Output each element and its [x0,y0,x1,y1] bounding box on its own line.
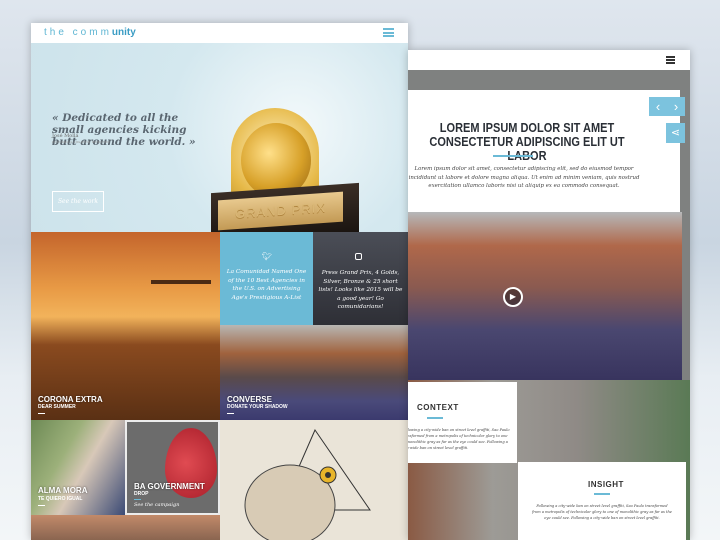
hamburger-icon[interactable] [666,56,675,64]
tile-subtitle: DROP [134,491,149,497]
see-the-work-button[interactable]: See the work [52,191,104,212]
logo-text-bold: unity [111,27,136,38]
quote-author: José Mollá [52,133,79,139]
tile-title: ALMA MORA [38,486,88,495]
tile-subtitle: DEAR SUMMER [38,404,76,410]
tile-dash [38,505,45,506]
case-study-mockup: LOREM IPSUM DOLOR SIT AMET CONSECTETUR A… [408,50,690,540]
tile-title: CORONA EXTRA [38,395,103,404]
context-title: CONTEXT [417,403,459,412]
next-arrow-icon[interactable]: › [674,99,678,114]
tile-twitter[interactable]: 🐦︎ La Comunidad Named One of the 10 Best… [220,232,313,325]
tile-dash [38,413,45,414]
insight-underline [594,493,610,495]
case-body: Lorem ipsum dolor sit amet, consectetur … [408,166,640,189]
tile-dash [134,499,141,500]
instagram-icon [355,253,362,260]
logo[interactable]: the community [44,27,136,38]
case-header [408,50,690,70]
tile-ba-government[interactable]: BA GOVERNMENT DROP See the campaign [125,420,220,515]
title-underline [493,155,533,157]
twitter-icon: 🐦︎ [262,252,273,261]
tile-title: BA GOVERNMENT [134,482,205,491]
tile-alma-mora[interactable]: ALMA MORA TE QUIERO IGUAL [31,420,125,515]
tile-instagram[interactable]: Press Grand Prix, 4 Golds, Silver, Bronz… [313,232,408,325]
context-card: CONTEXT Following a city-wide ban on str… [408,382,517,463]
tile-title: CONVERSE [227,395,272,404]
tile-converse[interactable]: CONVERSE DONATE YOUR SHADOW [220,325,408,420]
tile-subtitle: DONATE YOUR SHADOW [227,404,288,410]
illustration-drawing [244,428,371,540]
breakdance-video[interactable]: ▶ [408,212,682,380]
beach-hut [151,280,211,284]
tweet-text: La Comunidad Named One of the 10 Best Ag… [226,269,307,301]
site-header: the community [31,23,408,43]
context-underline [427,417,443,419]
insight-card: INSIGHT Following a city-wide ban on str… [518,462,686,540]
insight-body: Following a city-wide ban on street leve… [532,504,672,520]
see-campaign-link[interactable]: See the campaign [134,502,179,508]
tile-corona-extra[interactable]: CORONA EXTRA DEAR SUMMER [31,232,220,420]
slider-nav: ‹ › [649,97,685,116]
community-site-mockup: the community « Dedicated to all the sma… [31,23,408,540]
hero-section: « Dedicated to all the small agencies ki… [31,43,408,244]
tile-illustration[interactable] [220,420,408,540]
share-icon[interactable]: ⋖ [666,123,685,143]
intro-card: LOREM IPSUM DOLOR SIT AMET CONSECTETUR A… [408,90,680,212]
hamburger-icon[interactable] [383,28,394,37]
instagram-text: Press Grand Prix, 4 Golds, Silver, Bronz… [318,270,403,310]
logo-text: the comm [44,27,112,38]
tile-dash [227,413,234,414]
prev-arrow-icon[interactable]: ‹ [656,99,660,114]
play-icon[interactable]: ▶ [503,287,523,307]
tile-photo[interactable] [31,515,220,540]
context-body: Following a city-wide ban on street leve… [408,428,510,450]
insight-title: INSIGHT [588,480,624,489]
tile-subtitle: TE QUIERO IGUAL [38,496,83,502]
author-role: FOUNDER & CREATIVE DIRECTOR [52,140,110,144]
